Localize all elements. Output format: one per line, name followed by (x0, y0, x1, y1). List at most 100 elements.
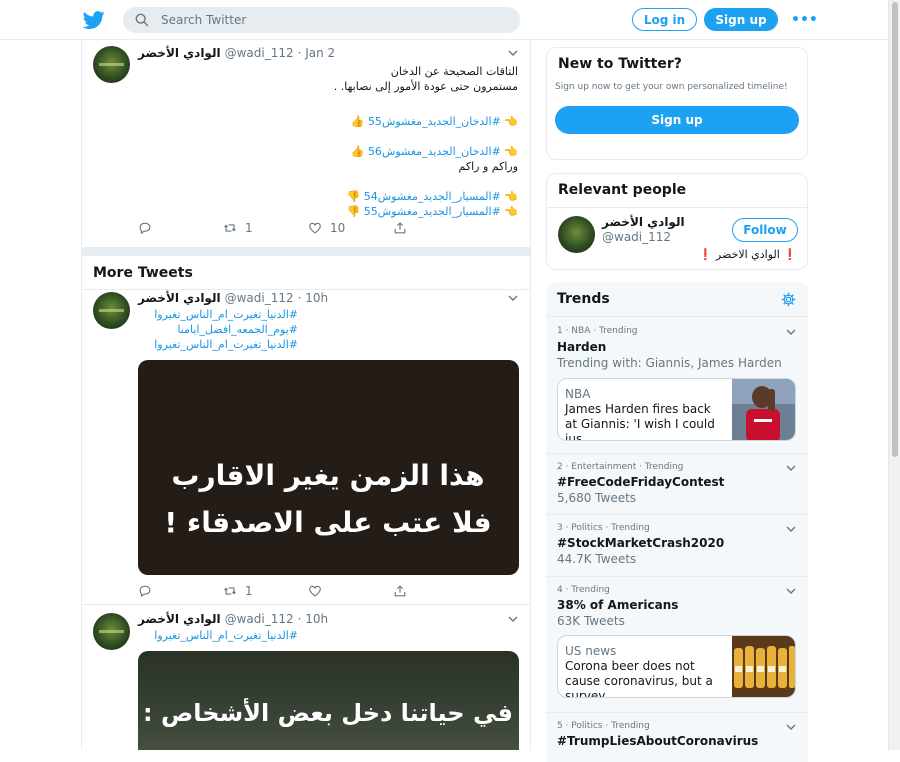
reply-button[interactable] (138, 583, 223, 599)
tweet[interactable]: الوادي الأخضر @wadi_112 · 10h #الدنيا_تغ… (82, 284, 530, 605)
quote-image: هذا الزمن يغير الاقارب فلا عتب على الاصد… (164, 459, 491, 539)
chevron-down-icon[interactable] (508, 48, 518, 58)
hashtag-link[interactable]: #الدنيا_تغيرت_ام_الناس_تغيروا (154, 308, 298, 321)
signup-button[interactable]: Sign up (704, 8, 778, 31)
chevron-down-icon[interactable] (786, 463, 796, 473)
trend-name[interactable]: 38% of Americans (557, 598, 678, 612)
tweet-author-name[interactable]: الوادي الأخضر (138, 612, 221, 626)
tweet-author-handle[interactable]: @wadi_112 (225, 612, 294, 626)
chevron-down-icon[interactable] (508, 293, 518, 303)
hashtag-link[interactable]: 👈 #المسيار_الجديد_مغشوش55 👎 (347, 205, 518, 218)
gear-icon[interactable] (781, 292, 796, 307)
news-card[interactable]: US news Corona beer does not cause coron… (557, 635, 796, 698)
tweet-timestamp[interactable]: · Jan 2 (298, 46, 336, 60)
tweet-header: الوادي الأخضر @wadi_112 · 10h (138, 612, 328, 626)
tweet[interactable]: الوادي الأخضر @wadi_112 · 10h #الدنيا_تغ… (82, 605, 530, 750)
tweet-header: الوادي الأخضر @wadi_112 · 10h (138, 291, 328, 305)
trend-item[interactable]: 3 · Politics · Trending #StockMarketCras… (546, 514, 808, 576)
trend-subtext: Trending with: Giannis, James Harden (557, 356, 782, 370)
heart-icon (309, 585, 321, 597)
card-title: New to Twitter? (558, 56, 682, 72)
share-icon (394, 585, 406, 597)
trend-item[interactable]: 4 · Trending 38% of Americans 63K Tweets… (546, 576, 808, 712)
hashtag-link[interactable]: 👈 #الدخان_الجديد_مغشوش55 👍 (351, 115, 518, 128)
trend-name[interactable]: #TrumpLiesAboutCoronavirus (557, 734, 758, 748)
avatar[interactable] (93, 613, 130, 650)
chevron-down-icon[interactable] (786, 327, 796, 337)
retweet-button[interactable]: 1 (223, 220, 308, 236)
like-button[interactable]: 10 (308, 220, 393, 236)
chevron-down-icon[interactable] (786, 524, 796, 534)
avatar[interactable] (93, 46, 130, 83)
page-scrollbar[interactable] (888, 0, 900, 750)
trend-item[interactable]: 1 · NBA · Trending Harden Trending with:… (546, 316, 808, 453)
retweet-icon (224, 224, 236, 232)
top-bar: Log in Sign up ••• (0, 0, 900, 40)
avatar[interactable] (93, 292, 130, 329)
tweet-author-name[interactable]: الوادي الأخضر (138, 46, 221, 60)
section-title: More Tweets (93, 265, 193, 281)
exclamation-icon: ❗ (783, 248, 797, 261)
hashtag-link[interactable]: #يوم_الجمعه_افضل_ايامنا (177, 323, 298, 336)
share-button[interactable] (393, 583, 478, 599)
retweet-count: 1 (245, 221, 253, 235)
retweet-icon (224, 587, 236, 595)
trend-meta: 3 · Politics · Trending (557, 523, 650, 533)
reply-button[interactable] (138, 220, 223, 236)
card-title: Relevant people (558, 182, 687, 198)
trend-item[interactable]: 2 · Entertainment · Trending #FreeCodeFr… (546, 453, 808, 514)
reply-icon (139, 585, 151, 598)
trend-name[interactable]: #FreeCodeFridayContest (557, 475, 724, 489)
news-card[interactable]: NBA James Harden fires back at Giannis: … (557, 378, 796, 441)
search-box[interactable] (123, 7, 520, 33)
trend-name[interactable]: Harden (557, 340, 606, 354)
image-text: في حياتنا دخل بعض الأشخاص : (143, 698, 513, 727)
hashtag-link[interactable]: 👈 #المسيار_الجديد_مغشوش54 👎 (347, 190, 518, 203)
news-thumbnail (732, 379, 795, 440)
tweet-image[interactable]: في حياتنا دخل بعض الأشخاص : (138, 651, 519, 750)
tweet-author-name[interactable]: الوادي الأخضر (138, 291, 221, 305)
chevron-down-icon[interactable] (786, 722, 796, 732)
tweet[interactable]: الوادي الأخضر @wadi_112 · Jan 2 التاقات … (82, 40, 530, 248)
tweet-author-handle[interactable]: @wadi_112 (225, 46, 294, 60)
tweet-image[interactable]: هذا الزمن يغير الاقارب فلا عتب على الاصد… (138, 360, 519, 575)
tweet-text: #الدنيا_تغيرت_ام_الناس_تغيروا #يوم_الجمع… (138, 307, 298, 352)
trend-subtext: 63K Tweets (557, 614, 625, 628)
like-count: 10 (330, 221, 346, 235)
hashtag-link[interactable]: 👈 #الدخان_الجديد_مغشوش56 👍 (351, 145, 518, 158)
login-button[interactable]: Log in (632, 8, 697, 31)
chevron-down-icon[interactable] (508, 614, 518, 624)
tweet-timestamp[interactable]: · 10h (298, 612, 329, 626)
avatar[interactable] (558, 216, 595, 253)
relevant-person[interactable]: الوادي الأخضر @wadi_112 Follow ❗ الوادي … (547, 207, 807, 269)
person-name[interactable]: الوادي الأخضر (602, 215, 685, 229)
tweet-actions: 1 10 (138, 220, 478, 236)
timeline: الوادي الأخضر @wadi_112 · Jan 2 التاقات … (81, 40, 531, 750)
trend-item[interactable]: 5 · Politics · Trending #TrumpLiesAboutC… (546, 712, 808, 762)
trends-title: Trends (557, 291, 610, 307)
hashtag-link[interactable]: #الدنيا_تغيرت_ام_الناس_تغيروا (154, 338, 298, 351)
scrollbar-thumb[interactable] (892, 2, 898, 457)
chevron-down-icon[interactable] (786, 586, 796, 596)
follow-button[interactable]: Follow (732, 218, 798, 242)
share-button[interactable] (393, 220, 478, 236)
twitter-logo-icon[interactable] (82, 9, 106, 31)
retweet-button[interactable]: 1 (223, 583, 308, 599)
like-button[interactable] (308, 583, 393, 599)
retweet-count: 1 (245, 584, 253, 598)
card-subtitle: Sign up now to get your own personalized… (555, 82, 788, 92)
news-headline: Corona beer does not cause coronavirus, … (565, 659, 713, 698)
person-handle[interactable]: @wadi_112 (602, 230, 671, 244)
more-menu-icon[interactable]: ••• (791, 12, 818, 28)
trend-name[interactable]: #StockMarketCrash2020 (557, 536, 724, 550)
tweet-timestamp[interactable]: · 10h (298, 291, 329, 305)
search-input[interactable] (161, 13, 501, 27)
news-category: US news (565, 644, 617, 658)
trend-meta: 4 · Trending (557, 585, 610, 595)
tweet-line: التاقات الصحيحة عن الدخان (390, 65, 518, 78)
tweet-text: #الدنيا_تغيرت_ام_الناس_تغيروا (138, 628, 298, 643)
hashtag-link[interactable]: #الدنيا_تغيرت_ام_الناس_تغيروا (154, 629, 298, 642)
signup-card-button[interactable]: Sign up (555, 106, 799, 134)
tweet-author-handle[interactable]: @wadi_112 (225, 291, 294, 305)
quote-image: في حياتنا دخل بعض الأشخاص : (143, 698, 513, 727)
